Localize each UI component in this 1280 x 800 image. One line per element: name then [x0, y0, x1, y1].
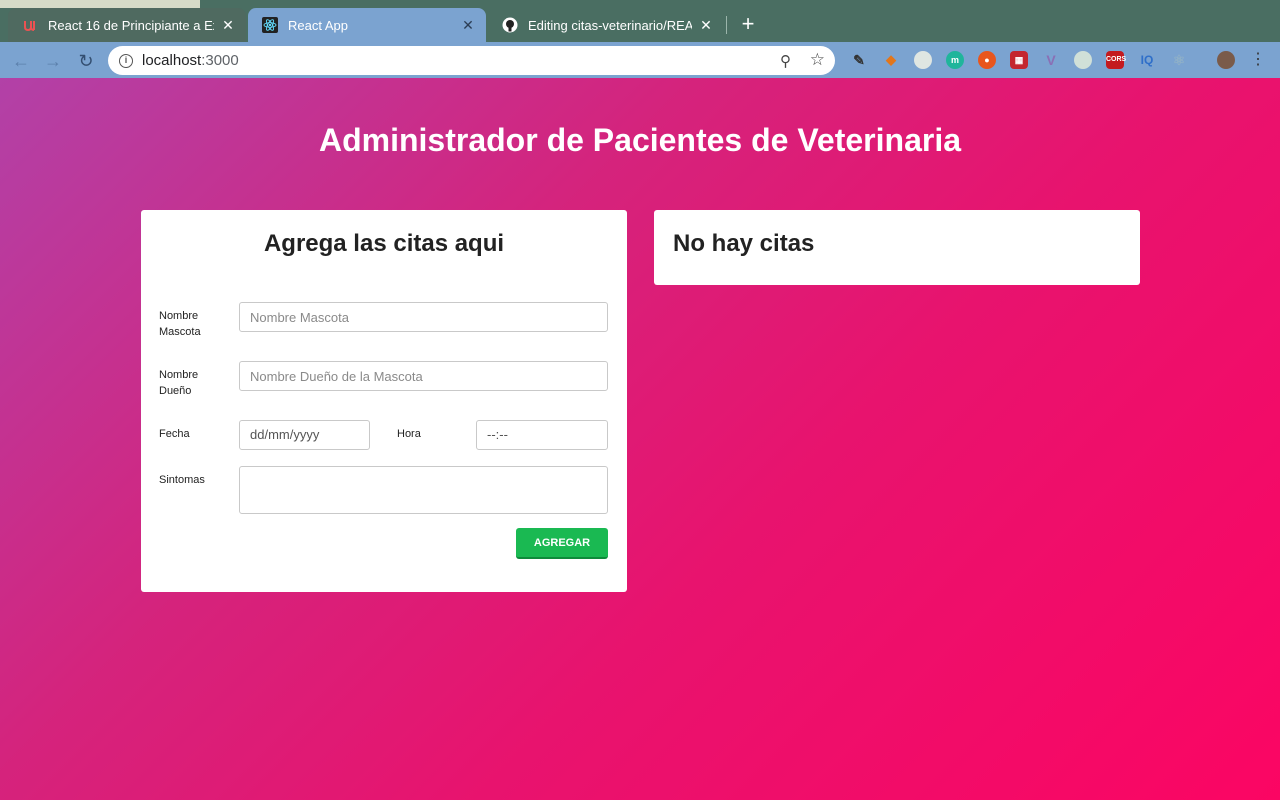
list-heading: No hay citas — [673, 230, 815, 257]
mascota-label-line-1: Nombre — [159, 310, 199, 322]
mascota-label-line-2: Mascota — [159, 326, 201, 338]
form-heading: Agrega las citas aqui — [263, 230, 505, 257]
close-tab-icon[interactable]: ✕ — [460, 17, 476, 34]
tab-title: Editing citas-veterinario/README.md — [528, 17, 692, 33]
time-input[interactable]: --:-- — [476, 420, 608, 450]
app-page: Administrador de Pacientes de Veterinari… — [0, 78, 1280, 800]
metamask-extension-icon[interactable]: ◆ — [882, 51, 900, 69]
react-devtools-extension-icon[interactable]: ⚛ — [1170, 51, 1188, 69]
tab-separator — [726, 16, 727, 34]
back-button[interactable]: ← — [10, 50, 32, 72]
address-bar[interactable]: i localhost:3000 ⚲ ☆ — [108, 46, 835, 75]
owner-name-input[interactable] — [239, 361, 608, 391]
m-extension-icon[interactable]: m — [946, 51, 964, 69]
dueno-label-line-2: Dueño — [159, 385, 192, 397]
forward-button[interactable]: → — [42, 50, 64, 72]
dueno-label-line-1: Nombre — [159, 369, 199, 381]
mascota-label: Nombre Mascota — [159, 308, 201, 340]
fire-extension-icon[interactable]: ● — [978, 51, 996, 69]
circle-extension-icon[interactable] — [914, 51, 932, 69]
address-url[interactable]: localhost:3000 — [142, 52, 239, 69]
url-port: :3000 — [201, 52, 239, 69]
url-host: localhost — [142, 52, 202, 69]
appointments-list-card: No hay citas — [654, 210, 1140, 285]
udemy-icon — [22, 17, 38, 33]
tab-github-editing[interactable]: Editing citas-veterinario/README.md ✕ — [488, 8, 724, 42]
tab-title: React App — [288, 17, 348, 33]
add-appointment-button[interactable]: AGREGAR — [516, 528, 608, 559]
close-tab-icon[interactable]: ✕ — [220, 17, 236, 34]
grid-extension-icon[interactable]: ▦ — [1010, 51, 1028, 69]
page-title: Administrador de Pacientes de Veterinari… — [318, 122, 961, 158]
bookmark-star-icon[interactable]: ☆ — [810, 50, 825, 70]
fecha-label: Fecha — [159, 428, 190, 440]
cors-extension-icon[interactable]: CORS — [1106, 51, 1126, 69]
profile-avatar[interactable] — [1217, 51, 1235, 69]
symptoms-textarea[interactable] — [239, 466, 608, 514]
hora-label: Hora — [397, 428, 421, 440]
eyedropper-extension-icon[interactable]: ✎ — [850, 51, 868, 69]
appointment-form-card: Agrega las citas aqui Nombre Mascota Nom… — [141, 210, 627, 592]
react-icon — [262, 17, 278, 33]
site-info-icon[interactable]: i — [119, 53, 133, 68]
zoom-icon[interactable]: ⚲ — [780, 52, 791, 70]
tab-strip: React 16 de Principiante a Experto ✕ Rea… — [0, 0, 1280, 42]
iq-extension-icon[interactable]: IQ — [1138, 51, 1156, 69]
window-corner — [0, 0, 200, 8]
pet-name-input[interactable] — [239, 302, 608, 332]
reload-button[interactable]: ↻ — [75, 50, 97, 72]
close-tab-icon[interactable]: ✕ — [698, 17, 714, 34]
browser-menu-icon[interactable]: ⋮ — [1250, 50, 1266, 70]
new-tab-button[interactable]: + — [736, 12, 760, 36]
tab-react-course[interactable]: React 16 de Principiante a Experto ✕ — [8, 8, 246, 42]
tab-title: React 16 de Principiante a Experto — [48, 17, 214, 33]
github-icon — [502, 17, 518, 33]
dueno-label: Nombre Dueño — [159, 367, 198, 399]
tab-react-app[interactable]: React App ✕ — [248, 8, 486, 42]
sintomas-label: Sintomas — [159, 474, 205, 486]
target-extension-icon[interactable] — [1074, 51, 1092, 69]
vue-extension-icon[interactable]: V — [1042, 51, 1060, 69]
date-input[interactable]: dd/mm/yyyy — [239, 420, 370, 450]
